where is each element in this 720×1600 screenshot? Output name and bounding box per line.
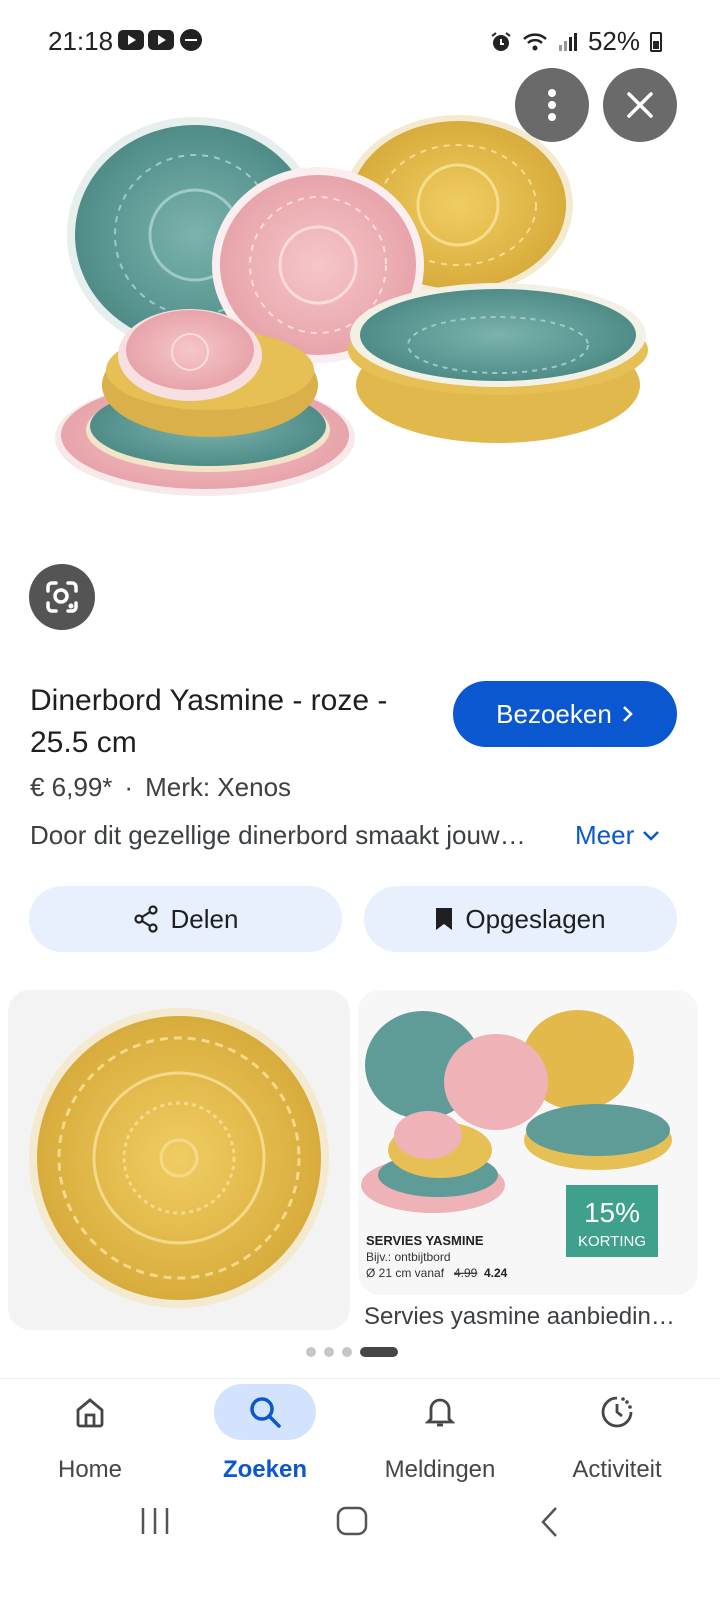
- status-right: 52%: [490, 26, 662, 57]
- offer-sub2: Ø 21 cm vanaf: [366, 1266, 445, 1280]
- wifi-icon: [523, 32, 547, 50]
- bottom-navigation: Home Zoeken Meldingen Activiteit: [0, 1378, 720, 1498]
- nav-home-icon-wrap: [39, 1384, 141, 1440]
- meta-separator: ·: [124, 772, 134, 802]
- page-dot: [342, 1347, 352, 1357]
- status-bar: 21:18 52%: [0, 0, 720, 80]
- product-brand: Merk: Xenos: [145, 772, 292, 802]
- home-system-icon[interactable]: [336, 1506, 368, 1536]
- close-icon: [627, 92, 653, 118]
- status-time: 21:18: [48, 26, 114, 56]
- related-offer-card[interactable]: 15% KORTING SERVIES YASMINE Bijv.: ontbi…: [358, 990, 698, 1295]
- alarm-icon: [491, 31, 511, 51]
- offer-sub1: Bijv.: ontbijtbord: [366, 1250, 451, 1264]
- offer-old-price: 4.99: [454, 1266, 478, 1280]
- saved-label: Opgeslagen: [465, 903, 606, 934]
- nav-activity-icon-wrap: [566, 1384, 668, 1440]
- recent-apps-icon[interactable]: [138, 1506, 172, 1536]
- nav-activity[interactable]: Activiteit: [527, 1379, 707, 1499]
- more-options-button[interactable]: [515, 68, 589, 142]
- product-title: Dinerbord Yasmine - roze - 25.5 cm: [30, 684, 388, 759]
- activity-icon: [601, 1396, 633, 1428]
- page-dot: [324, 1347, 334, 1357]
- youtube-icon: [118, 30, 144, 50]
- product-meta: € 6,99* · Merk: Xenos: [30, 772, 291, 803]
- offer-new-price: 4.24: [484, 1266, 508, 1280]
- nav-search-icon-wrap: [214, 1384, 316, 1440]
- chevron-right-icon: [622, 706, 633, 722]
- share-icon: [133, 905, 158, 933]
- visit-button-label: Bezoeken: [496, 698, 612, 729]
- bell-icon: [425, 1398, 455, 1427]
- lens-icon: [46, 581, 78, 613]
- page-dot-active: [360, 1347, 398, 1357]
- offer-heading: SERVIES YASMINE: [366, 1233, 484, 1248]
- related-image-card[interactable]: [8, 990, 350, 1330]
- nav-notifications[interactable]: Meldingen: [350, 1379, 530, 1499]
- share-label: Delen: [170, 903, 239, 934]
- product-description: Door dit gezellige dinerbord smaakt jouw…: [30, 820, 526, 850]
- nav-home-label: Home: [57, 1456, 123, 1483]
- more-vert-icon: [548, 89, 556, 121]
- do-not-disturb-icon: [180, 29, 202, 51]
- close-button[interactable]: [603, 68, 677, 142]
- youtube-icon: [148, 30, 174, 50]
- yellow-plate-image: [29, 1008, 329, 1308]
- nav-notifications-label: Meldingen: [384, 1456, 496, 1483]
- share-button[interactable]: Delen: [29, 886, 342, 952]
- product-price: € 6,99*: [30, 772, 113, 802]
- product-image[interactable]: [0, 80, 720, 550]
- home-icon: [76, 1398, 104, 1428]
- saved-button[interactable]: Opgeslagen: [364, 886, 677, 952]
- badge-text: KORTING: [578, 1233, 646, 1250]
- back-icon[interactable]: [540, 1506, 560, 1538]
- search-icon: [250, 1397, 281, 1428]
- nav-search-label: Zoeken: [222, 1456, 308, 1483]
- nav-notifications-icon-wrap: [389, 1384, 491, 1440]
- nav-activity-label: Activiteit: [572, 1456, 662, 1483]
- badge-percent: 15%: [584, 1197, 640, 1228]
- bookmark-icon: [436, 908, 453, 930]
- more-link[interactable]: Meer: [575, 820, 660, 851]
- battery-percent: 52%: [587, 26, 640, 56]
- visit-button[interactable]: Bezoeken: [453, 681, 677, 747]
- related-caption[interactable]: Servies yasmine aanbiedin…: [364, 1303, 675, 1331]
- nav-search[interactable]: Zoeken: [175, 1379, 355, 1499]
- more-link-label: Meer: [575, 820, 635, 850]
- pagination-dots: [306, 1347, 398, 1357]
- system-navigation: [0, 1498, 720, 1600]
- page-dot: [306, 1347, 316, 1357]
- nav-home[interactable]: Home: [0, 1379, 180, 1499]
- battery-icon: [650, 31, 662, 52]
- signal-icon: [558, 32, 577, 51]
- offer-image: 15% KORTING SERVIES YASMINE Bijv.: ontbi…: [361, 1010, 672, 1280]
- chevron-down-icon: [643, 830, 660, 841]
- lens-search-button[interactable]: [29, 564, 95, 630]
